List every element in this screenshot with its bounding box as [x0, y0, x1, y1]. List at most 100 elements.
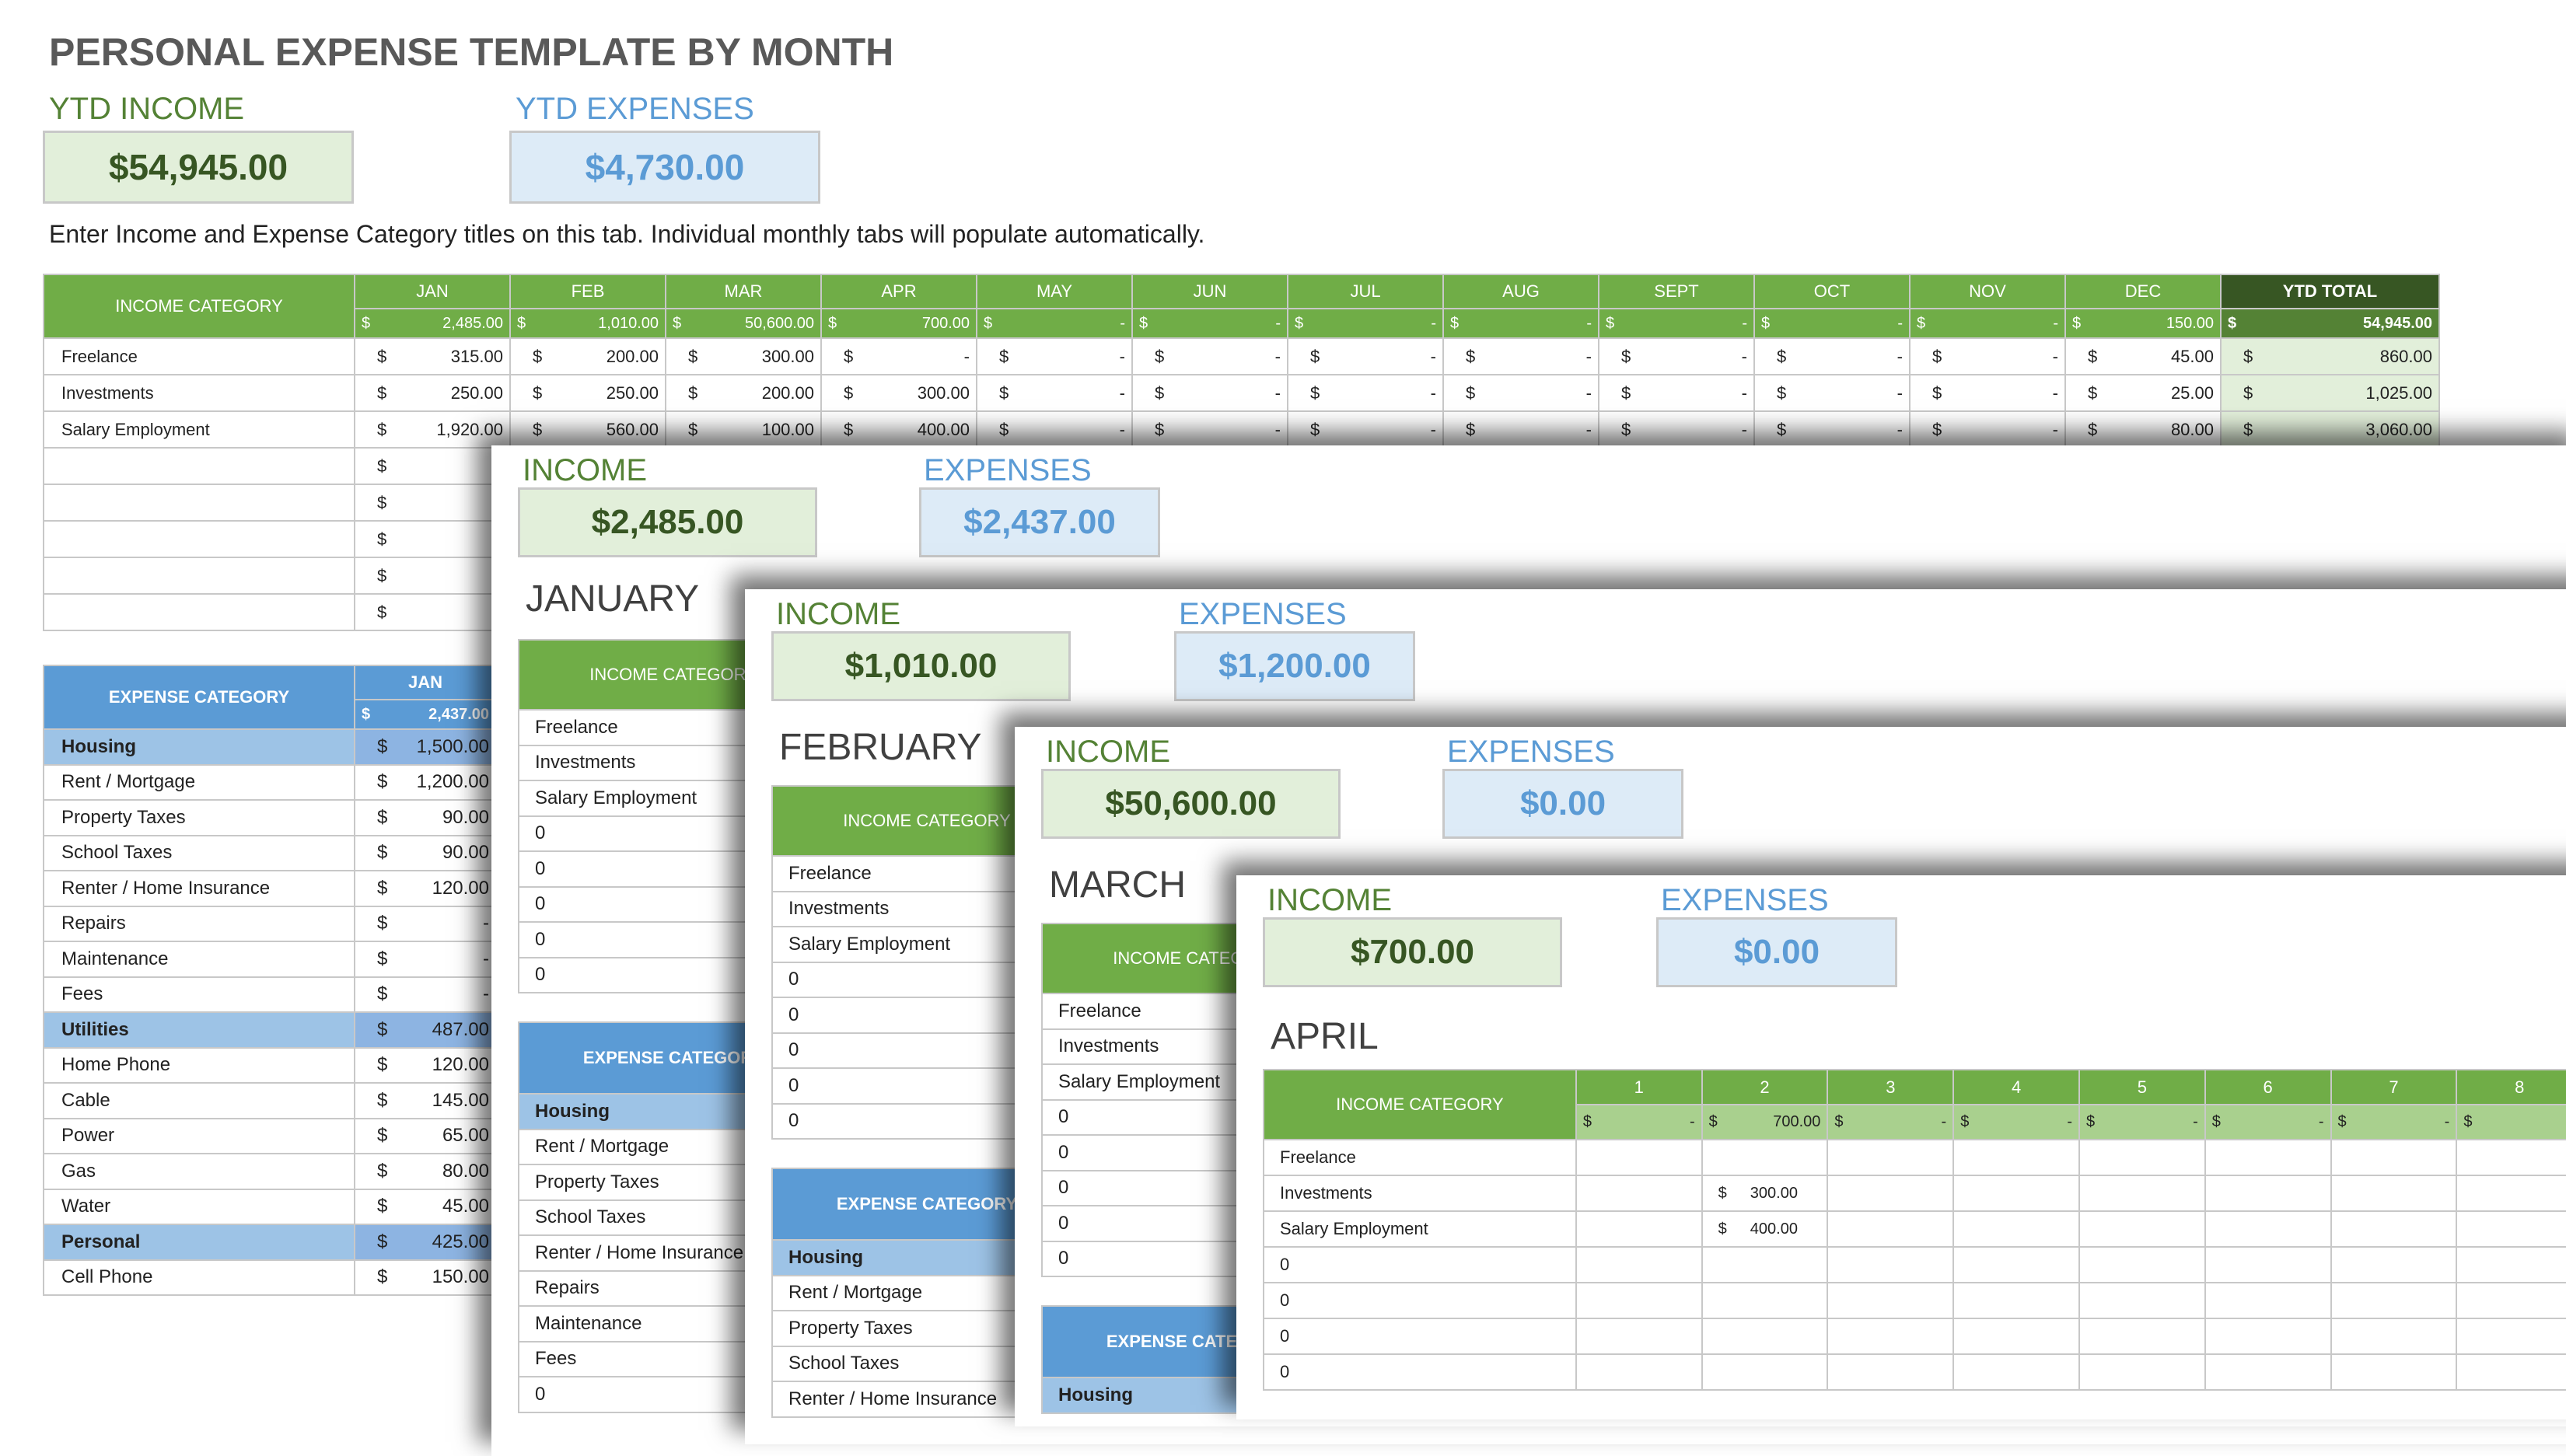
- day-value-cell[interactable]: [2330, 1139, 2458, 1176]
- expense-row: Fees $ -: [43, 976, 497, 1013]
- day-value-cell[interactable]: [2456, 1139, 2566, 1176]
- april-income-category-cell: 0: [1263, 1246, 1577, 1283]
- day-value-cell[interactable]: $300.00: [1701, 1175, 1829, 1212]
- expense-category-cell[interactable]: Renter / Home Insurance: [43, 870, 355, 907]
- day-value-cell[interactable]: [1952, 1318, 2080, 1355]
- day-value-cell[interactable]: [2078, 1139, 2206, 1176]
- expense-category-cell[interactable]: Maintenance: [43, 941, 355, 978]
- day-value-cell[interactable]: [2078, 1175, 2206, 1212]
- day-value-cell[interactable]: [1827, 1175, 1955, 1212]
- day-value-cell[interactable]: [1575, 1282, 1703, 1319]
- day-value-cell[interactable]: [2456, 1210, 2566, 1248]
- day-value-cell[interactable]: [1575, 1210, 1703, 1248]
- expense-category-cell[interactable]: Personal: [43, 1224, 355, 1261]
- income-category-cell[interactable]: [43, 520, 355, 558]
- day-value-cell[interactable]: [2330, 1318, 2458, 1355]
- day-value-cell[interactable]: [2078, 1353, 2206, 1391]
- day-value-cell[interactable]: [2078, 1246, 2206, 1283]
- income-category-cell[interactable]: Investments: [43, 374, 355, 412]
- day-value-cell[interactable]: [2330, 1353, 2458, 1391]
- day-value-cell[interactable]: [1575, 1246, 1703, 1283]
- day-value-cell[interactable]: [2204, 1353, 2332, 1391]
- day-value-cell[interactable]: [2078, 1210, 2206, 1248]
- day-value-cell[interactable]: [1827, 1246, 1955, 1283]
- day-value-cell[interactable]: [2330, 1282, 2458, 1319]
- month-header-jul: JUL: [1287, 274, 1444, 309]
- day-value-cell[interactable]: [2204, 1282, 2332, 1319]
- expense-category-cell[interactable]: Fees: [43, 976, 355, 1013]
- income-category-cell[interactable]: [43, 484, 355, 522]
- expense-category-cell[interactable]: Repairs: [43, 905, 355, 942]
- day-value-cell[interactable]: [1575, 1139, 1703, 1176]
- expense-category-cell[interactable]: Power: [43, 1117, 355, 1154]
- day-value-cell[interactable]: [2204, 1318, 2332, 1355]
- income-value-cell: $ -: [1287, 337, 1444, 375]
- day-value-cell[interactable]: [1952, 1175, 2080, 1212]
- april-tab-panel[interactable]: INCOME $700.00 EXPENSES $0.00 APRIL INCOME CA…: [1236, 875, 2566, 1419]
- day-value-cell[interactable]: [1701, 1318, 1829, 1355]
- expense-category-cell[interactable]: Cable: [43, 1082, 355, 1119]
- day-value-cell[interactable]: [2456, 1353, 2566, 1391]
- expense-row: School Taxes $90.00: [43, 834, 497, 871]
- month-income-total: $ -: [1917, 314, 2058, 332]
- expense-value-cell: $487.00: [354, 1011, 497, 1049]
- day-value-cell[interactable]: [1701, 1353, 1829, 1391]
- tab-expenses-value: $0.00: [1442, 769, 1683, 839]
- expense-category-cell[interactable]: Water: [43, 1188, 355, 1225]
- day-value-cell[interactable]: [1575, 1353, 1703, 1391]
- day-value-cell[interactable]: [1701, 1139, 1829, 1176]
- day-value-cell[interactable]: [1827, 1139, 1955, 1176]
- day-value-cell[interactable]: [2456, 1282, 2566, 1319]
- income-category-cell[interactable]: [43, 593, 355, 631]
- day-value-cell[interactable]: [1827, 1210, 1955, 1248]
- day-value-cell[interactable]: [2204, 1175, 2332, 1212]
- day-value-cell[interactable]: [1827, 1282, 1955, 1319]
- april-income-category-cell: 0: [1263, 1318, 1577, 1355]
- day-value-cell[interactable]: [2204, 1246, 2332, 1283]
- day-value-cell[interactable]: $400.00: [1701, 1210, 1829, 1248]
- expense-category-cell[interactable]: Housing: [43, 728, 355, 766]
- income-category-cell[interactable]: Salary Employment: [43, 410, 355, 449]
- tab-income-value: $1,010.00: [771, 631, 1071, 701]
- day-value-cell[interactable]: [1952, 1353, 2080, 1391]
- day-value-cell[interactable]: [2456, 1175, 2566, 1212]
- expense-category-cell[interactable]: Property Taxes: [43, 799, 355, 836]
- day-value-cell[interactable]: [2204, 1139, 2332, 1176]
- expense-row: Renter / Home Insurance $120.00: [43, 870, 497, 907]
- day-value-cell[interactable]: [1952, 1246, 2080, 1283]
- expense-category-cell[interactable]: Rent / Mortgage: [43, 763, 355, 801]
- income-category-cell[interactable]: [43, 447, 355, 485]
- expense-category-cell[interactable]: School Taxes: [43, 834, 355, 871]
- income-value-cell: $200.00: [509, 337, 666, 375]
- tab-income-value: $2,485.00: [518, 487, 817, 557]
- day-value-cell[interactable]: [1701, 1246, 1829, 1283]
- day-value-cell[interactable]: [2456, 1246, 2566, 1283]
- day-value-cell[interactable]: [1827, 1353, 1955, 1391]
- expense-category-cell[interactable]: Home Phone: [43, 1046, 355, 1084]
- april-income-row: Freelance: [1263, 1139, 2566, 1176]
- day-value-cell[interactable]: [2204, 1210, 2332, 1248]
- day-value-cell[interactable]: [2330, 1246, 2458, 1283]
- income-value-cell: $1,920.00: [354, 410, 511, 449]
- day-value-cell[interactable]: [1827, 1318, 1955, 1355]
- expense-category-cell[interactable]: Utilities: [43, 1011, 355, 1049]
- day-value-cell[interactable]: [1952, 1210, 2080, 1248]
- day-value-cell[interactable]: [1952, 1139, 2080, 1176]
- day-value-cell[interactable]: [1575, 1175, 1703, 1212]
- day-value-cell[interactable]: [2330, 1175, 2458, 1212]
- expense-category-cell[interactable]: Cell Phone: [43, 1259, 355, 1296]
- day-value-cell[interactable]: [2078, 1318, 2206, 1355]
- april-income-category-cell: Salary Employment: [1263, 1210, 1577, 1248]
- april-income-row: Salary Employment $400.00: [1263, 1210, 2566, 1248]
- income-category-cell[interactable]: [43, 557, 355, 595]
- income-row: Salary Employment $1,920.00 $560.00 $100.00…: [43, 410, 2440, 449]
- income-category-cell[interactable]: Freelance: [43, 337, 355, 375]
- expense-category-cell[interactable]: Gas: [43, 1153, 355, 1190]
- day-value-cell[interactable]: [1701, 1282, 1829, 1319]
- day-value-cell[interactable]: [2456, 1318, 2566, 1355]
- day-total-cell: $-: [1575, 1104, 1703, 1140]
- day-value-cell[interactable]: [1575, 1318, 1703, 1355]
- day-value-cell[interactable]: [1952, 1282, 2080, 1319]
- day-value-cell[interactable]: [2330, 1210, 2458, 1248]
- day-value-cell[interactable]: [2078, 1282, 2206, 1319]
